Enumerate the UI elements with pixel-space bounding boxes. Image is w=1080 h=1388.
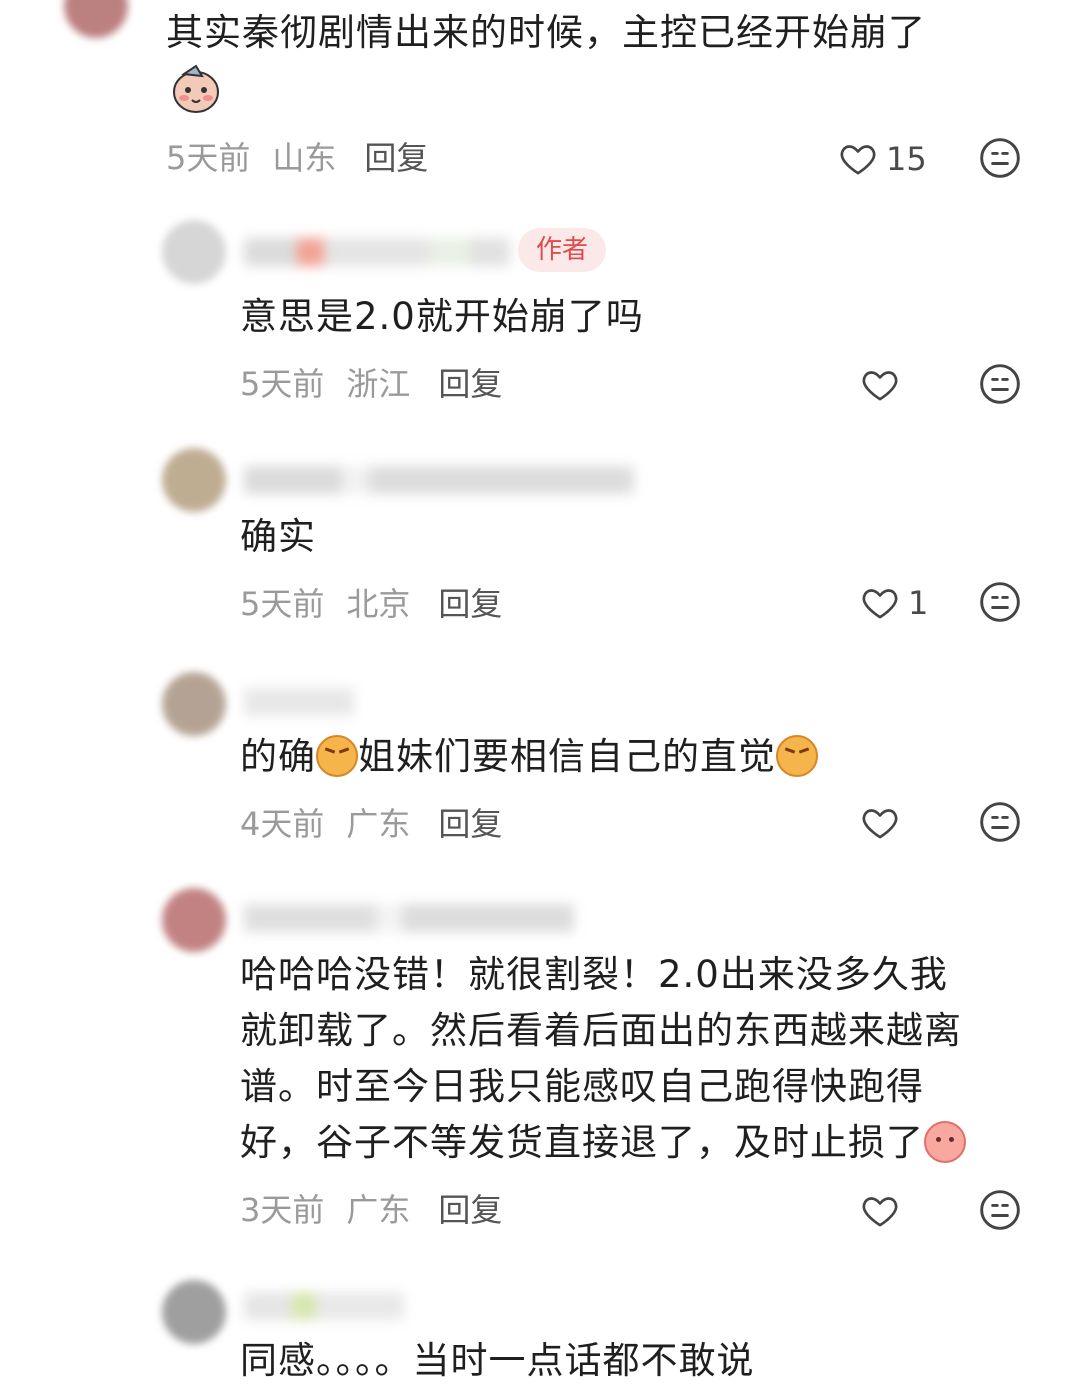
- comment-text-line: 谱。时至今日我只能感叹自己跑得快跑得: [240, 1065, 924, 1108]
- comment-text: 确实: [240, 515, 316, 558]
- comment-meta: 5天前 浙江 回复: [240, 364, 502, 404]
- meh-face-icon[interactable]: [978, 1188, 1022, 1232]
- comment-text-part: 姐妹们要相信自己的直觉: [358, 735, 776, 778]
- username[interactable]: [244, 466, 634, 494]
- comment-1: 其实秦彻剧情出来的时候，主控已经开始崩了 5天前 山东 回复 15: [0, 0, 1080, 190]
- avatar[interactable]: [162, 888, 226, 952]
- comment-region: 山东: [272, 139, 337, 177]
- comment-time: 3天前: [240, 1191, 325, 1229]
- heart-outline-icon: [860, 803, 900, 843]
- username[interactable]: [244, 904, 574, 932]
- like-button[interactable]: 15: [838, 136, 942, 182]
- comment-text-line: 好，谷子不等发货直接退了，及时止损了: [240, 1116, 966, 1170]
- username[interactable]: [244, 688, 354, 716]
- comment-6: 同感。。。。当时一点话都不敢说: [0, 1272, 1080, 1386]
- comment-time: 5天前: [240, 365, 325, 403]
- like-button[interactable]: [860, 362, 964, 408]
- comment-meta: 5天前 山东 回复: [166, 138, 428, 178]
- comment-time: 5天前: [240, 585, 325, 623]
- comment-text: 同感。。。。当时一点话都不敢说: [240, 1339, 755, 1382]
- comment-text-part: 好，谷子不等发货直接退了，及时止损了: [240, 1121, 924, 1164]
- meh-face-icon[interactable]: [978, 362, 1022, 406]
- username[interactable]: [244, 1292, 404, 1320]
- peach-face-emoji-icon: [924, 1121, 966, 1163]
- angry-cat-emoji-icon: [316, 735, 358, 777]
- comment-5: 哈哈哈没错！就很割裂！2.0出来没多久我 就卸载了。然后看着后面出的东西越来越离…: [0, 882, 1080, 1252]
- bird-face-emoji-icon: [173, 64, 219, 113]
- avatar[interactable]: [162, 448, 226, 512]
- like-count: 15: [886, 140, 927, 178]
- comment-region: 广东: [346, 805, 411, 843]
- username[interactable]: [244, 238, 510, 266]
- comment-text: 意思是2.0就开始崩了吗: [240, 295, 644, 338]
- reply-button[interactable]: 回复: [438, 805, 502, 843]
- reply-button[interactable]: 回复: [438, 585, 502, 623]
- meh-face-icon[interactable]: [978, 800, 1022, 844]
- comment-time: 4天前: [240, 805, 325, 843]
- comment-text-line: 就卸载了。然后看着后面出的东西越来越离: [240, 1009, 962, 1052]
- like-button[interactable]: 1: [860, 580, 964, 626]
- meh-face-icon[interactable]: [978, 136, 1022, 180]
- comment-3: 确实 5天前 北京 回复 1: [0, 442, 1080, 642]
- avatar[interactable]: [162, 220, 226, 284]
- comment-4: 的确 姐妹们要相信自己的直觉 4天前 广东 回复: [0, 662, 1080, 862]
- comment-region: 浙江: [346, 365, 411, 403]
- comment-text-part: 的确: [240, 735, 316, 778]
- comment-text-line: 哈哈哈没错！就很割裂！2.0出来没多久我: [240, 953, 948, 996]
- heart-outline-icon: [860, 583, 900, 623]
- comment-text: 的确 姐妹们要相信自己的直觉: [240, 730, 818, 784]
- avatar[interactable]: [162, 1280, 226, 1344]
- comment-region: 广东: [346, 1191, 411, 1229]
- comment-time: 5天前: [166, 139, 251, 177]
- heart-outline-icon: [860, 365, 900, 405]
- avatar[interactable]: [162, 672, 226, 736]
- meh-face-icon[interactable]: [978, 580, 1022, 624]
- reply-button[interactable]: 回复: [438, 365, 502, 403]
- author-badge: 作者: [518, 228, 607, 272]
- reply-button[interactable]: 回复: [364, 139, 428, 177]
- comment-2: 作者 意思是2.0就开始崩了吗 5天前 浙江 回复: [0, 214, 1080, 424]
- like-count: 1: [908, 584, 929, 622]
- like-button[interactable]: [860, 800, 964, 846]
- like-button[interactable]: [860, 1188, 964, 1234]
- heart-outline-icon: [860, 1191, 900, 1231]
- comment-text: 其实秦彻剧情出来的时候，主控已经开始崩了: [166, 11, 926, 54]
- comment-meta: 3天前 广东 回复: [240, 1190, 502, 1230]
- comment-meta: 4天前 广东 回复: [240, 804, 502, 844]
- angry-cat-emoji-icon: [776, 735, 818, 777]
- heart-outline-icon: [838, 139, 878, 179]
- comment-region: 北京: [346, 585, 411, 623]
- reply-button[interactable]: 回复: [438, 1191, 502, 1229]
- avatar[interactable]: [64, 0, 128, 38]
- comment-meta: 5天前 北京 回复: [240, 584, 502, 624]
